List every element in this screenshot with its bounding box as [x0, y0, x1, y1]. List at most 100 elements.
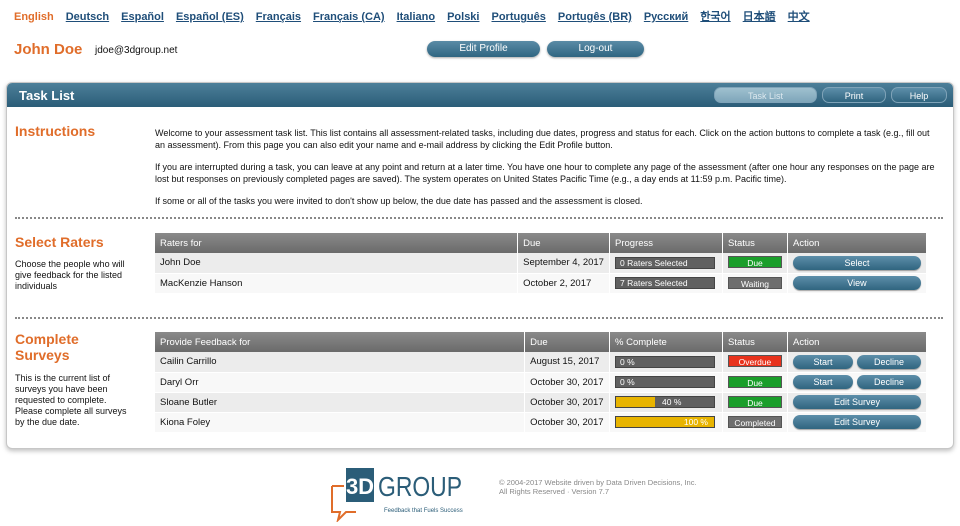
percent-cell: 0 %	[609, 352, 723, 373]
language-link[interactable]: Português	[491, 11, 545, 23]
percent-complete-fill	[616, 397, 656, 407]
percent-cell: 0 %	[609, 372, 723, 393]
language-link[interactable]: Deutsch	[66, 11, 109, 23]
survey-subject-name: Cailin Carrillo	[155, 352, 526, 373]
language-link[interactable]: Italiano	[397, 11, 436, 23]
table-row: Cailin Carrillo August 15, 2017 0 % Overdue…	[155, 352, 928, 373]
language-link[interactable]: Español (ES)	[176, 11, 244, 23]
progress-cell: 0 Raters Selected	[609, 253, 723, 274]
status-badge: Due	[727, 395, 782, 408]
status-badge: Due	[727, 375, 782, 388]
status-cell: Completed	[722, 412, 788, 433]
raters-col-action: Action	[787, 233, 928, 253]
status-cell: Due	[722, 392, 788, 413]
raters-col-due: Due	[517, 233, 610, 253]
status-badge: Due	[727, 256, 782, 269]
due-date: October 30, 2017	[524, 412, 610, 433]
progress-bar: 7 Raters Selected	[615, 277, 715, 289]
language-link[interactable]: Français (CA)	[313, 11, 385, 23]
edit-survey-button[interactable]: Edit Survey	[792, 415, 921, 429]
progress-text: 7 Raters Selected	[620, 278, 688, 288]
user-email: jdoe@3dgroup.net	[95, 45, 178, 56]
language-link[interactable]: 中文	[788, 11, 810, 23]
percent-cell: 100 %	[609, 412, 723, 433]
edit-profile-button[interactable]: Edit Profile	[427, 41, 540, 57]
panel-header: Task List Task List Print Help	[7, 83, 953, 107]
status-cell: Due	[722, 253, 788, 274]
action-cell: Start Decline	[787, 372, 928, 393]
select-raters-title: Select Raters	[15, 234, 104, 250]
logout-button[interactable]: Log-out	[547, 41, 644, 57]
language-link[interactable]: Español	[121, 11, 164, 23]
language-link[interactable]: Polski	[447, 11, 479, 23]
due-date: October 30, 2017	[524, 392, 610, 413]
copyright-text: © 2004-2017 Website driven by Data Drive…	[499, 478, 697, 487]
survey-subject-name: Kiona Foley	[155, 412, 526, 433]
instructions-title: Instructions	[15, 123, 96, 139]
raters-table-header: Raters for Due Progress Status Action	[155, 233, 928, 253]
action-cell: Select	[787, 253, 928, 274]
table-row: John Doe September 4, 2017 0 Raters Select…	[155, 253, 928, 274]
percent-complete-text: 100 %	[683, 417, 708, 427]
raters-table: Raters for Due Progress Status Action Jo…	[155, 233, 928, 294]
instructions-paragraph-3: If some or all of the tasks you were inv…	[155, 196, 643, 206]
percent-complete-text: 0 %	[620, 356, 635, 367]
view-button[interactable]: View	[792, 276, 921, 290]
progress-text: 0 Raters Selected	[620, 257, 688, 268]
progress-cell: 7 Raters Selected	[609, 273, 723, 294]
select-button[interactable]: Select	[792, 255, 921, 270]
survey-subject-name: Daryl Orr	[155, 372, 526, 393]
percent-complete-bar: 0 %	[615, 355, 715, 368]
survey-subject-name: Sloane Butler	[155, 392, 526, 413]
decline-button[interactable]: Decline	[856, 354, 921, 369]
section-divider	[15, 317, 943, 319]
complete-surveys-description: This is the current list of surveys you …	[15, 373, 127, 427]
status-cell: Overdue	[722, 352, 788, 373]
percent-complete-bar: 100 %	[615, 416, 715, 428]
due-date: October 30, 2017	[524, 372, 610, 393]
status-cell: Due	[722, 372, 788, 393]
start-button[interactable]: Start	[792, 375, 853, 389]
svg-text:3D: 3D	[346, 474, 374, 499]
section-divider	[15, 217, 943, 219]
start-button[interactable]: Start	[792, 354, 853, 369]
action-cell: Start Decline	[787, 352, 928, 373]
status-cell: Waiting	[722, 273, 788, 294]
rights-text: All Rights Reserved · Version 7.7	[499, 487, 610, 496]
language-link[interactable]: Français	[256, 11, 301, 23]
language-bar: English Deutsch Español Español (ES) Françai…	[14, 8, 822, 24]
instructions-paragraph-2: If you are interrupted during a task, yo…	[155, 162, 935, 184]
raters-col-name: Raters for	[155, 233, 519, 253]
percent-cell: 40 %	[609, 392, 723, 413]
print-button[interactable]: Print	[822, 87, 886, 103]
table-row: MacKenzie Hanson October 2, 2017 7 Raters …	[155, 273, 928, 294]
progress-bar: 0 Raters Selected	[615, 256, 715, 269]
language-link[interactable]: Portugês (BR)	[558, 11, 632, 23]
edit-survey-button[interactable]: Edit Survey	[792, 395, 921, 409]
language-link[interactable]: 日本語	[743, 11, 776, 23]
user-name: John Doe	[14, 41, 83, 58]
task-list-panel: Task List Task List Print Help Instructi…	[6, 82, 954, 449]
raters-col-progress: Progress	[609, 233, 723, 253]
action-cell: Edit Survey	[787, 392, 928, 413]
decline-button[interactable]: Decline	[856, 375, 921, 389]
surveys-col-action: Action	[787, 332, 928, 352]
language-link[interactable]: Русский	[644, 11, 688, 23]
task-list-button[interactable]: Task List	[714, 87, 817, 103]
raters-col-status: Status	[722, 233, 788, 253]
action-cell: Edit Survey	[787, 412, 928, 433]
panel-title: Task List	[19, 88, 75, 103]
surveys-col-name: Provide Feedback for	[155, 332, 526, 352]
svg-text:Feedback that Fuels Success: Feedback that Fuels Success	[384, 508, 463, 514]
table-row: Kiona Foley October 30, 2017 100 % Complete…	[155, 412, 928, 433]
3d-group-logo: 3D GROUP Feedback that Fuels Success	[331, 468, 463, 522]
table-row: Sloane Butler October 30, 2017 40 % Due Edit…	[155, 392, 928, 413]
svg-text:GROUP: GROUP	[378, 471, 462, 502]
surveys-col-due: Due	[524, 332, 610, 352]
footer-copyright: © 2004-2017 Website driven by Data Drive…	[499, 478, 729, 496]
help-button[interactable]: Help	[891, 87, 947, 103]
percent-complete-text: 40 %	[662, 397, 682, 407]
language-link[interactable]: 한국어	[700, 11, 730, 23]
select-raters-description: Choose the people who will give feedback…	[15, 259, 125, 291]
language-link[interactable]: English	[14, 11, 54, 23]
